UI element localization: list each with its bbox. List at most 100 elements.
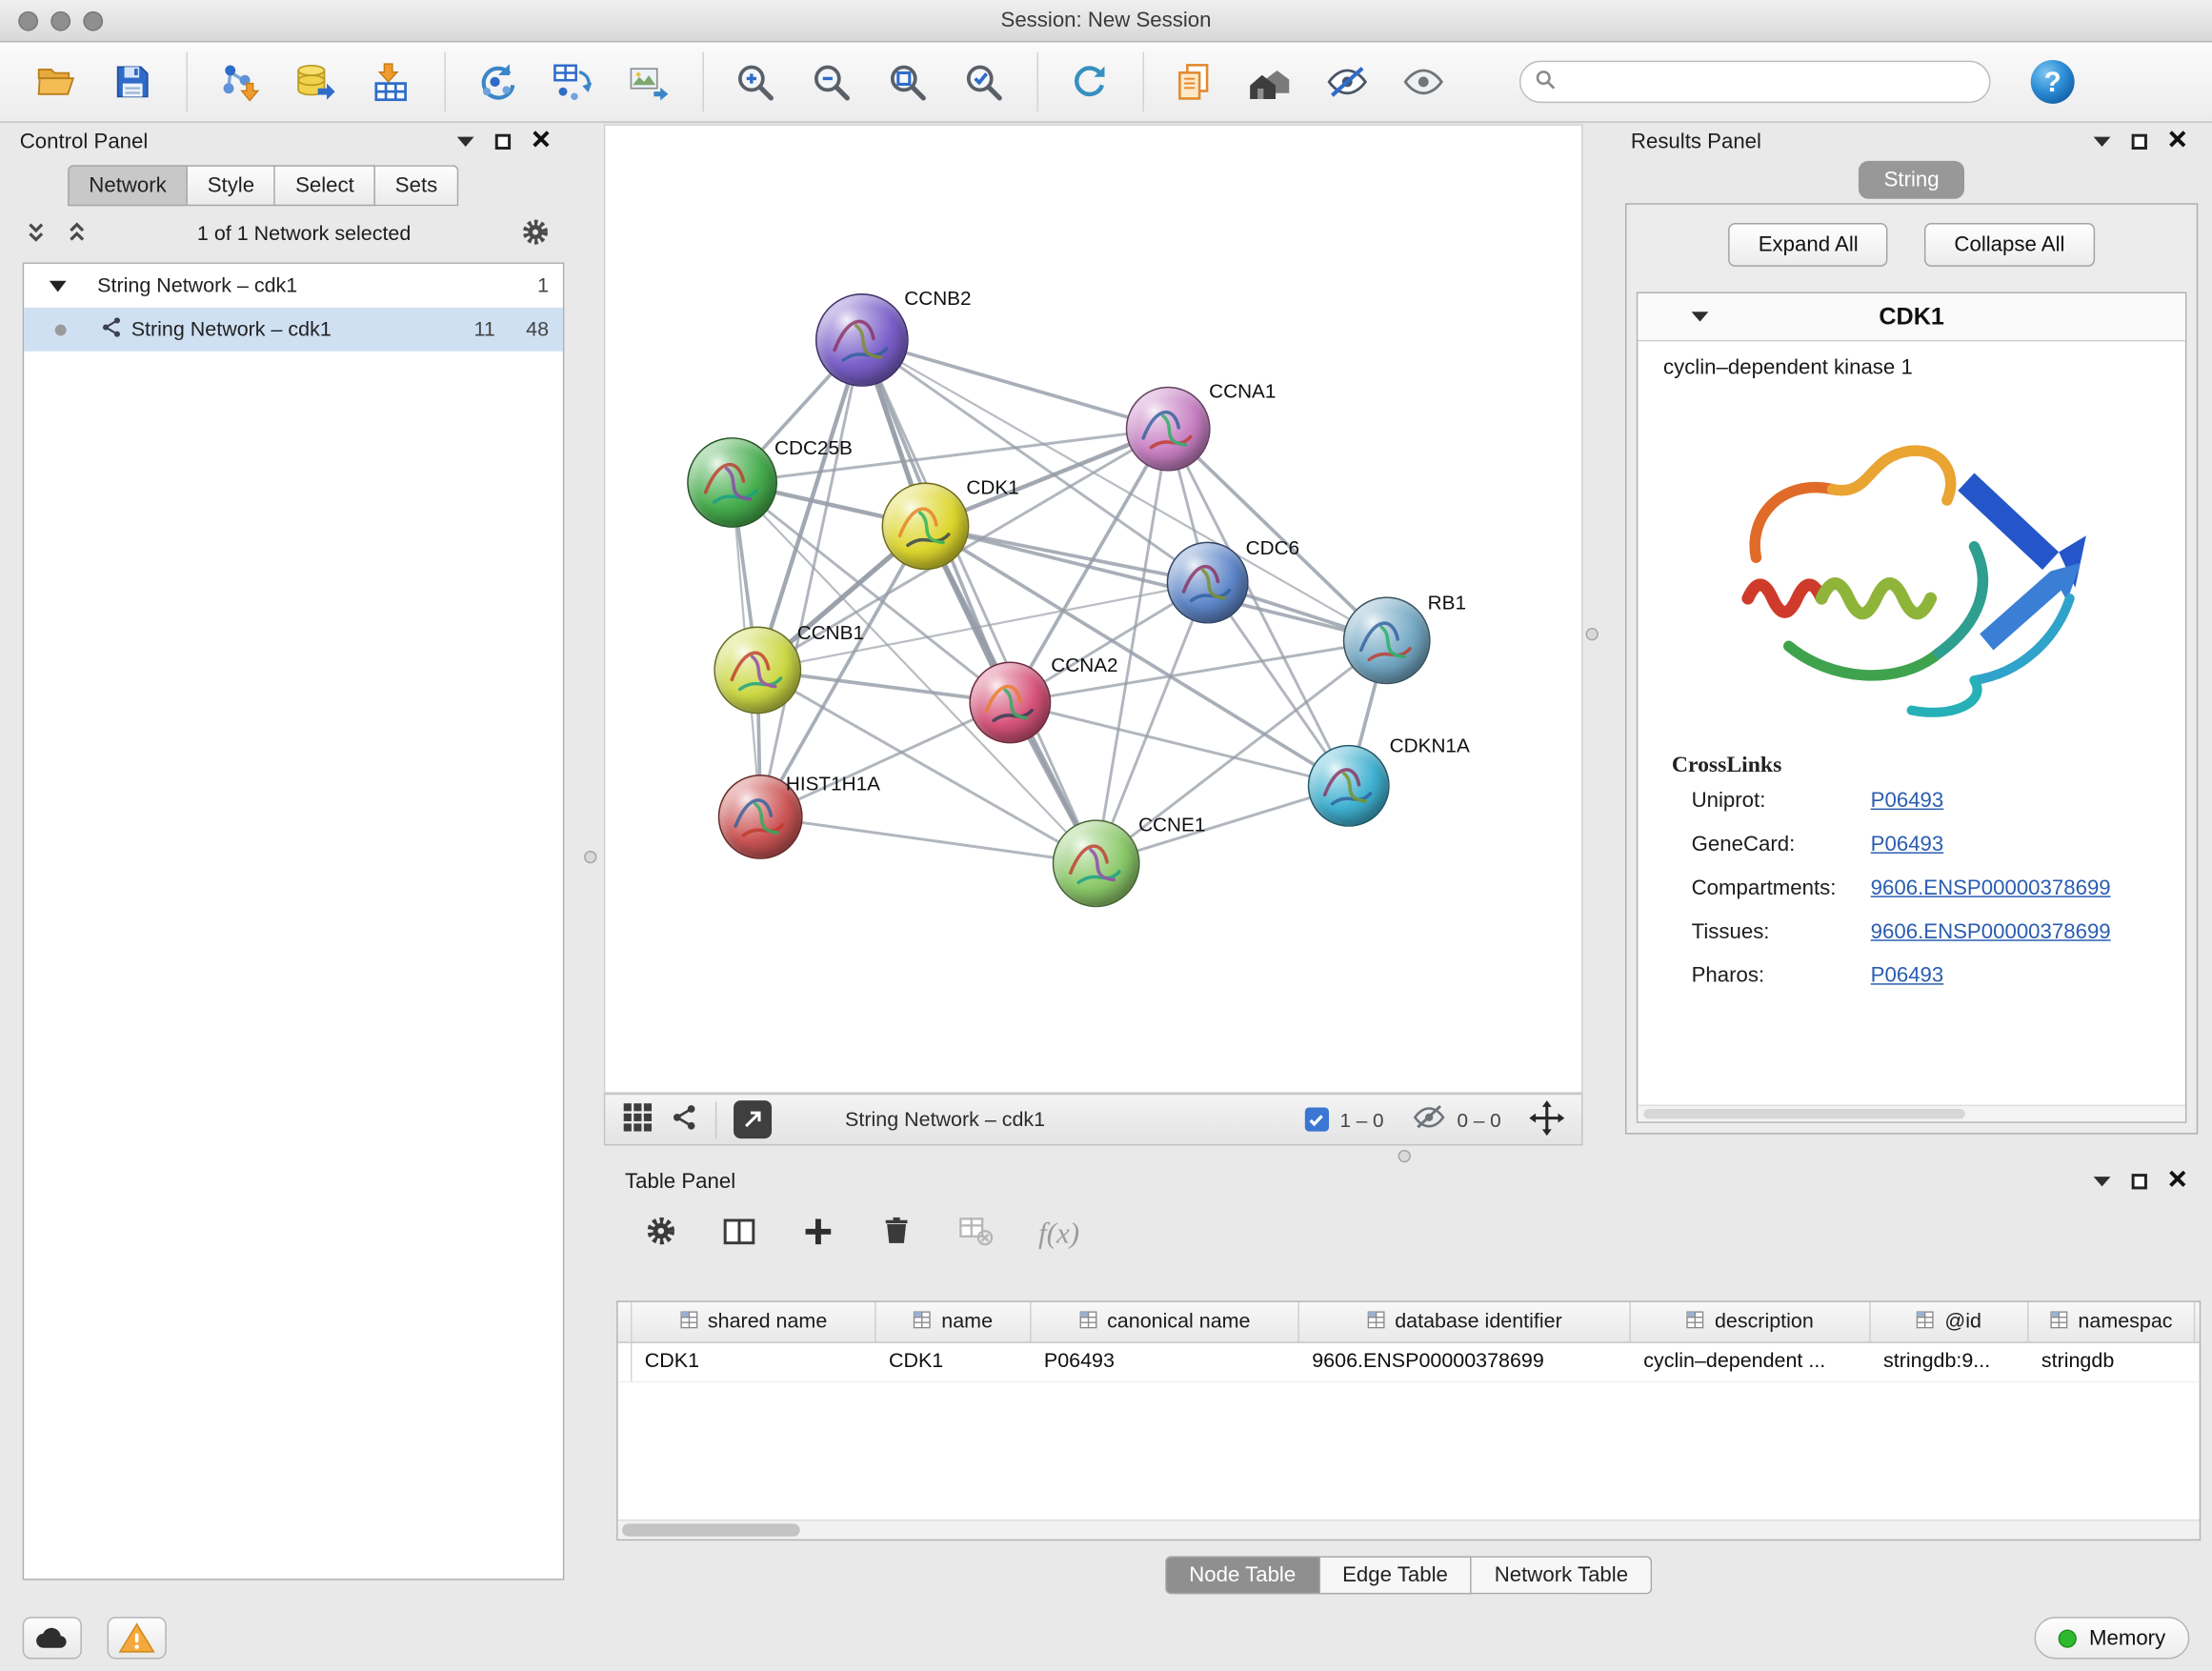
add-column-icon[interactable] — [801, 1214, 835, 1252]
collapse-all-button[interactable]: Collapse All — [1924, 223, 2094, 267]
column-header-namespac[interactable]: namespac — [2029, 1302, 2196, 1341]
results-hscrollbar[interactable] — [1638, 1105, 2185, 1122]
crosslink-link[interactable]: P06493 — [1871, 963, 2185, 987]
crosslink-link[interactable]: 9606.ENSP00000378699 — [1871, 920, 2185, 944]
panel-close-icon[interactable] — [2168, 130, 2186, 153]
network-edge[interactable] — [760, 340, 862, 817]
tab-network-table[interactable]: Network Table — [1472, 1556, 1652, 1594]
network-node-CDK1[interactable] — [882, 482, 970, 570]
scrollbar-thumb[interactable] — [622, 1523, 800, 1536]
network-node-CCNB1[interactable] — [714, 627, 801, 715]
protein-section-header[interactable]: CDK1 — [1638, 293, 2185, 341]
crosslink-link[interactable]: 9606.ENSP00000378699 — [1871, 876, 2185, 900]
tab-sets[interactable]: Sets — [375, 165, 458, 206]
zoom-selected-icon[interactable] — [955, 50, 1012, 112]
table-hscrollbar[interactable] — [618, 1520, 2200, 1540]
maximize-window-icon[interactable] — [83, 11, 103, 31]
column-header-shared-name[interactable]: shared name — [632, 1302, 875, 1341]
open-in-new-window-button[interactable] — [734, 1100, 772, 1138]
network-node-CCNA2[interactable] — [969, 662, 1051, 744]
network-node-CCNE1[interactable] — [1053, 819, 1140, 907]
new-network-icon[interactable] — [469, 50, 525, 112]
column-header-@id[interactable]: @id — [1871, 1302, 2029, 1341]
expand-all-button[interactable]: Expand All — [1729, 223, 1888, 267]
zoom-out-icon[interactable] — [803, 50, 859, 112]
panel-close-icon[interactable] — [532, 130, 550, 153]
network-canvas[interactable]: CCNB2CCNA1CDC25BCDK1CDC6RB1CCNB1CCNA2CDK… — [604, 124, 1583, 1093]
section-collapse-icon[interactable] — [1692, 312, 1709, 321]
network-node-CCNA1[interactable] — [1126, 387, 1211, 472]
panel-close-icon[interactable] — [2168, 1169, 2186, 1193]
network-node-RB1[interactable] — [1343, 596, 1431, 684]
column-header-description[interactable]: description — [1631, 1302, 1871, 1341]
crosslink-link[interactable]: P06493 — [1871, 789, 2185, 813]
table-row[interactable]: CDK1CDK1P064939606.ENSP00000378699cyclin… — [618, 1343, 2200, 1382]
tab-style[interactable]: Style — [188, 165, 275, 206]
panel-float-icon[interactable] — [2132, 1173, 2147, 1188]
delete-column-icon[interactable] — [880, 1215, 913, 1252]
pan-tool-icon[interactable] — [1529, 1099, 1564, 1138]
collapse-all-icon[interactable] — [26, 222, 47, 248]
table-cell[interactable]: stringdb — [2029, 1343, 2196, 1381]
tab-string[interactable]: String — [1859, 161, 1964, 199]
tab-edge-table[interactable]: Edge Table — [1319, 1556, 1472, 1594]
hide-selected-icon[interactable] — [1319, 50, 1376, 112]
close-window-icon[interactable] — [18, 11, 38, 31]
home-icon[interactable] — [1243, 50, 1299, 112]
column-header-canonical-name[interactable]: canonical name — [1032, 1302, 1299, 1341]
import-network-database-icon[interactable] — [287, 50, 343, 112]
warning-icon[interactable] — [108, 1617, 167, 1659]
selected-nodes-checkbox[interactable] — [1304, 1108, 1328, 1132]
traffic-lights[interactable] — [18, 11, 103, 31]
network-edge[interactable] — [862, 340, 1096, 863]
birdseye-view-icon[interactable] — [622, 1102, 654, 1137]
table-cell[interactable]: 9606.ENSP00000378699 — [1299, 1343, 1631, 1381]
network-collection-row[interactable]: String Network – cdk1 1 — [24, 264, 563, 308]
duplicate-network-icon[interactable] — [1167, 50, 1223, 112]
zoom-in-icon[interactable] — [727, 50, 783, 112]
memory-button[interactable]: Memory — [2034, 1617, 2189, 1659]
show-all-icon[interactable] — [1396, 50, 1452, 112]
horizontal-splitter-handle[interactable] — [1398, 1150, 1411, 1162]
hidden-eye-icon[interactable] — [1412, 1103, 1446, 1136]
expand-all-icon[interactable] — [67, 222, 88, 248]
share-network-icon[interactable] — [670, 1103, 698, 1136]
vertical-splitter-handle[interactable] — [1586, 628, 1599, 640]
panel-collapse-icon[interactable] — [457, 136, 474, 146]
tab-network[interactable]: Network — [68, 165, 188, 206]
network-row[interactable]: String Network – cdk1 11 48 — [24, 308, 563, 352]
gear-icon[interactable] — [520, 217, 550, 252]
table-cell[interactable]: P06493 — [1032, 1343, 1299, 1381]
column-header-name[interactable]: name — [876, 1302, 1032, 1341]
table-cell[interactable]: CDK1 — [876, 1343, 1032, 1381]
minimize-window-icon[interactable] — [50, 11, 70, 31]
cloud-icon[interactable] — [23, 1617, 82, 1659]
export-image-icon[interactable] — [621, 50, 677, 112]
panel-float-icon[interactable] — [495, 133, 511, 149]
network-edge[interactable] — [760, 816, 1096, 863]
tab-select[interactable]: Select — [275, 165, 375, 206]
refresh-icon[interactable] — [1061, 50, 1117, 112]
column-header-database-identifier[interactable]: database identifier — [1299, 1302, 1631, 1341]
crosslink-link[interactable]: P06493 — [1871, 833, 2185, 856]
help-icon[interactable]: ? — [2024, 50, 2081, 112]
search-input[interactable] — [1564, 65, 1989, 99]
panel-collapse-icon[interactable] — [2094, 136, 2111, 146]
table-cell[interactable]: CDK1 — [632, 1343, 875, 1381]
network-node-CDC25B[interactable] — [687, 437, 777, 528]
import-network-file-icon[interactable] — [211, 50, 267, 112]
save-session-icon[interactable] — [105, 50, 161, 112]
network-node-CDC6[interactable] — [1167, 542, 1249, 624]
table-cell[interactable]: cyclin–dependent ... — [1631, 1343, 1871, 1381]
tab-node-table[interactable]: Node Table — [1165, 1556, 1319, 1594]
network-node-CCNB2[interactable] — [815, 293, 909, 387]
tree-expand-icon[interactable] — [50, 280, 67, 292]
panel-collapse-icon[interactable] — [2094, 1176, 2111, 1185]
open-session-icon[interactable] — [29, 50, 85, 112]
vertical-splitter-handle[interactable] — [584, 851, 596, 863]
gear-icon[interactable] — [645, 1215, 677, 1252]
zoom-fit-icon[interactable] — [879, 50, 935, 112]
new-network-from-table-icon[interactable] — [545, 50, 601, 112]
import-table-file-icon[interactable] — [363, 50, 419, 112]
split-columns-icon[interactable] — [722, 1214, 756, 1252]
